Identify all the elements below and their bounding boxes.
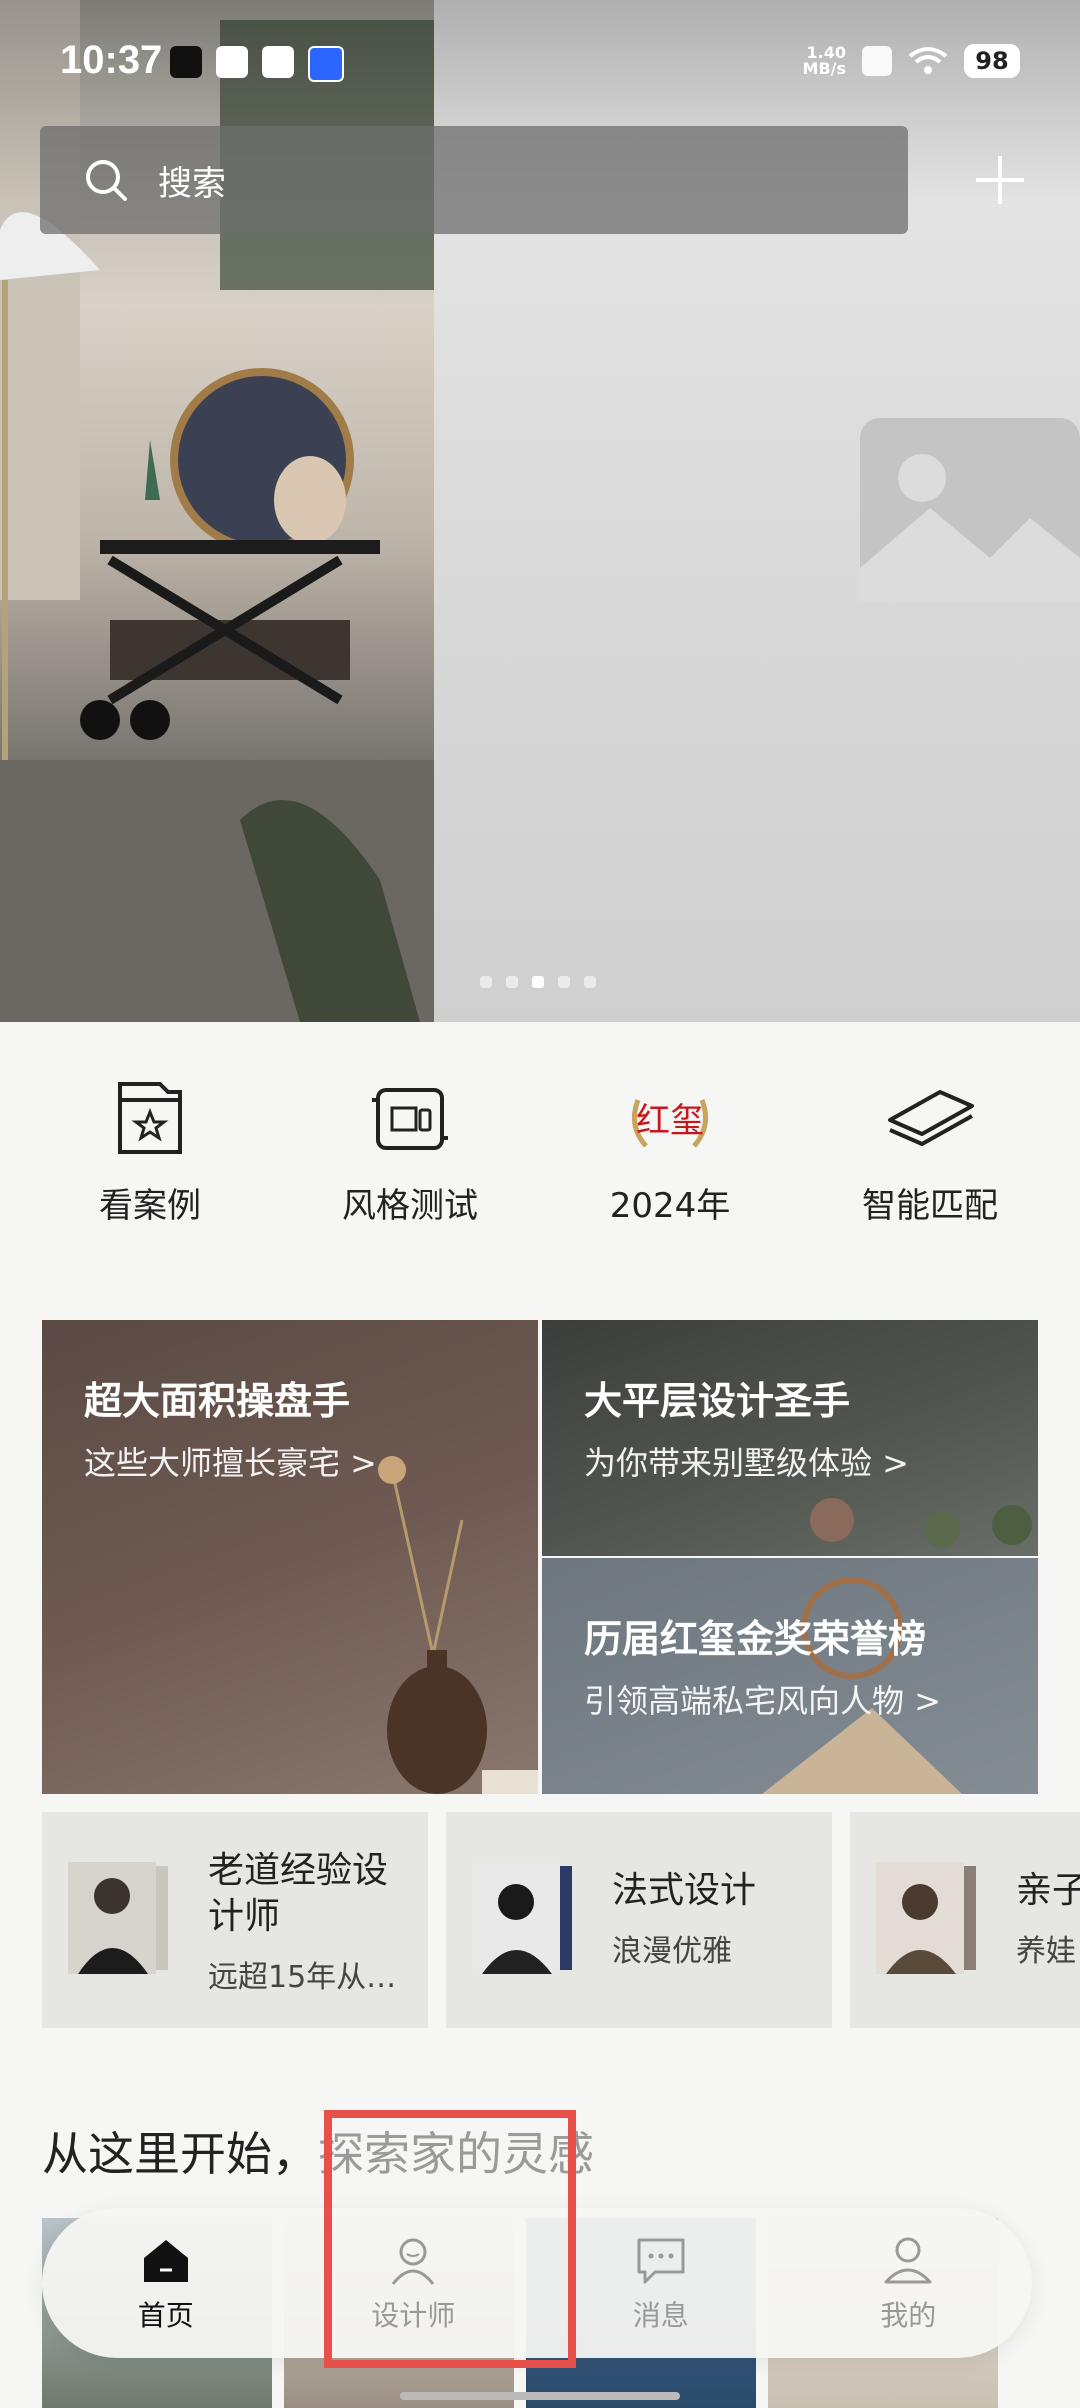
quick-action-2024-awards[interactable]: 红玺 2024年 — [540, 1070, 800, 1260]
designer-avatar — [876, 1862, 976, 1974]
designer-tag-family[interactable]: 亲子 养娃 — [850, 1812, 1080, 2028]
carousel-dot — [480, 976, 492, 988]
highlight-box-designer-tab — [324, 2110, 576, 2368]
image-placeholder-icon — [860, 418, 1080, 602]
quick-action-style-test[interactable]: 风格测试 — [280, 1070, 540, 1260]
promo-card-subtitle: 这些大师擅长豪宅 > — [84, 1444, 377, 1482]
message-icon — [637, 2238, 685, 2284]
carousel-dots — [480, 976, 596, 988]
mail-icon — [216, 46, 248, 78]
promo-card-title: 大平层设计圣手 — [584, 1379, 851, 1423]
promo-card-flat-floor[interactable]: 大平层设计圣手 为你带来别墅级体验 > — [542, 1320, 1038, 1556]
profile-icon — [884, 2237, 932, 2284]
wifi-icon — [908, 47, 948, 74]
designer-avatar — [68, 1862, 168, 1974]
home-icon — [143, 2240, 188, 2282]
designer-tag-scroller[interactable]: 老道经验设计师 远超15年从… 法式设计 浪漫优雅 亲子 养娃 — [42, 1812, 1080, 2028]
carousel-dot — [558, 976, 570, 988]
designer-tag-title: 法式设计 — [612, 1870, 757, 1911]
carousel-dot-active — [532, 976, 544, 988]
search-bar[interactable]: 搜索 — [40, 126, 908, 234]
add-button[interactable] — [950, 130, 1050, 230]
promo-card-subtitle: 为你带来别墅级体验 > — [584, 1444, 909, 1482]
designer-tag-subtitle: 浪漫优雅 — [612, 1934, 732, 1969]
award-laurel-icon: 红玺 — [631, 1099, 709, 1148]
promo-card-title: 超大面积操盘手 — [84, 1379, 351, 1423]
carousel-dot — [506, 976, 518, 988]
quick-actions: 看案例 风格测试 红玺 2024年 智能匹配 — [0, 1070, 1080, 1260]
network-speed: 1.40 MB/s — [802, 43, 846, 78]
home-indicator — [400, 2392, 680, 2400]
designer-tag-subtitle: 远超15年从… — [208, 1960, 397, 1995]
style-test-icon — [372, 1088, 448, 1150]
star-folder-icon — [118, 1082, 182, 1154]
sim-icon — [862, 46, 892, 76]
designer-tag-title: 亲子 — [1016, 1870, 1080, 1911]
battery-icon: 98 — [964, 44, 1020, 78]
search-placeholder: 搜索 — [158, 163, 226, 204]
quick-action-cases[interactable]: 看案例 — [20, 1070, 280, 1260]
search-icon — [86, 160, 127, 201]
promo-card-subtitle: 引领高端私宅风向人物 > — [584, 1682, 941, 1720]
designer-avatar — [472, 1862, 572, 1974]
leaf-app-icon — [262, 46, 294, 78]
quick-action-smart-match[interactable]: 智能匹配 — [800, 1070, 1060, 1260]
promo-card-large-area[interactable]: 超大面积操盘手 这些大师擅长豪宅 > — [42, 1320, 538, 1794]
award-badge-text: 红玺 — [636, 1101, 704, 1141]
designer-tag-subtitle: 养娃 — [1016, 1934, 1076, 1969]
designer-tag-title: 老道经验设计师 — [208, 1850, 389, 1937]
tab-profile[interactable]: 我的 — [785, 2208, 1033, 2358]
promo-card-gold-awards[interactable]: 历届红玺金奖荣誉榜 引领高端私宅风向人物 > — [542, 1558, 1038, 1794]
notification-icons — [170, 46, 344, 82]
carousel-dot — [584, 976, 596, 988]
promo-cards: 超大面积操盘手 这些大师擅长豪宅 > 大平层设计圣手 为你带来别墅级体验 > 历… — [42, 1320, 1038, 1794]
promo-card-title: 历届红玺金奖荣誉榜 — [584, 1617, 927, 1661]
designer-tag-experienced[interactable]: 老道经验设计师 远超15年从… — [42, 1812, 428, 2028]
designer-tag-french[interactable]: 法式设计 浪漫优雅 — [446, 1812, 832, 2028]
status-bar: 10:37 1.40 MB/s 98 — [0, 0, 1080, 130]
app-notification-icon — [308, 46, 344, 82]
layers-icon — [888, 1090, 974, 1146]
status-indicators: 1.40 MB/s 98 — [803, 44, 1020, 78]
status-time: 10:37 — [60, 38, 163, 82]
tab-home[interactable]: 首页 — [42, 2208, 290, 2358]
tiktok-icon — [170, 46, 202, 78]
